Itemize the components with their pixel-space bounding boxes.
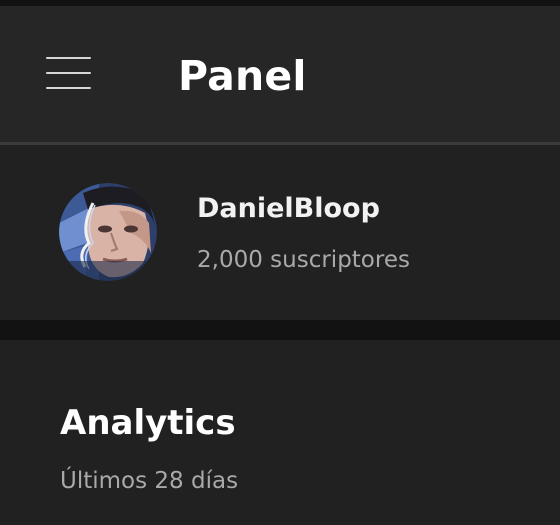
dashboard-screen: Panel DanielBloop 2,000 suscriptores Ana… (0, 0, 560, 525)
analytics-card[interactable]: Analytics Últimos 28 días (0, 340, 560, 525)
channel-card[interactable]: DanielBloop 2,000 suscriptores (0, 145, 560, 320)
subscriber-count: 2,000 suscriptores (197, 247, 410, 273)
page-title: Panel (178, 52, 307, 100)
channel-name: DanielBloop (197, 193, 380, 224)
hamburger-menu-icon (46, 57, 91, 59)
avatar-image (59, 183, 157, 281)
analytics-title: Analytics (60, 403, 236, 443)
analytics-period: Últimos 28 días (60, 468, 239, 494)
app-header: Panel (0, 6, 560, 142)
avatar[interactable] (59, 183, 157, 281)
menu-button[interactable] (40, 52, 96, 96)
section-gap (0, 320, 560, 340)
